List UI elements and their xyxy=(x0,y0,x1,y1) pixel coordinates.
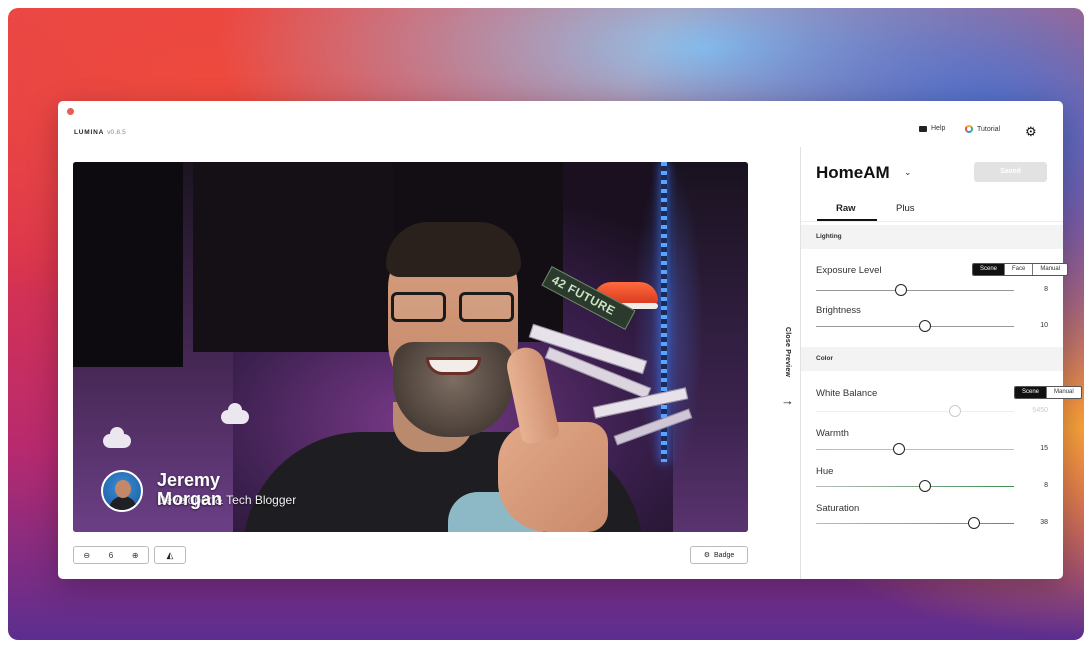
white-balance-slider-track[interactable] xyxy=(816,411,1014,412)
app-brand: LUMINA v0.8.5 xyxy=(74,129,126,136)
saturation-label: Saturation xyxy=(816,503,860,514)
chevron-down-icon[interactable]: ⌄ xyxy=(904,167,912,178)
close-preview-label: Close Preview xyxy=(784,327,791,378)
camera-preview: 42 FUTURE Developer & Tech Blogger Jerem xyxy=(73,162,748,532)
tutorial-button[interactable]: Tutorial xyxy=(965,125,1000,133)
white-balance-value: 5450 xyxy=(1032,407,1048,414)
app-version: v0.8.5 xyxy=(107,129,126,136)
exposure-slider-knob[interactable] xyxy=(895,284,908,296)
warmth-value: 15 xyxy=(1040,445,1048,452)
white-balance-label: White Balance xyxy=(816,388,878,399)
help-button[interactable]: Help xyxy=(919,125,945,132)
warmth-slider-knob[interactable] xyxy=(893,443,906,455)
tab-raw[interactable]: Raw xyxy=(836,203,856,214)
brightness-label: Brightness xyxy=(816,305,861,316)
saturation-slider-knob[interactable] xyxy=(968,517,981,529)
mail-icon xyxy=(919,125,927,132)
exposure-mode-scene[interactable]: Scene xyxy=(973,264,1005,275)
white-balance-mode-selector: Scene Manual xyxy=(1014,386,1082,399)
exposure-mode-face[interactable]: Face xyxy=(1004,264,1033,275)
tutorial-label: Tutorial xyxy=(977,125,1001,133)
desktop-wallpaper: LUMINA v0.8.5 Help Tutorial ⚙ 42 FUTURE … xyxy=(8,8,1084,640)
brand-name: LUMINA xyxy=(74,129,105,136)
acoustic-panel xyxy=(73,162,183,367)
white-balance-slider-knob[interactable] xyxy=(948,405,961,417)
glasses-left xyxy=(391,292,446,322)
saturation-slider-track[interactable] xyxy=(816,523,1014,524)
badge-last-name: Morgan xyxy=(157,489,222,509)
hue-slider-track[interactable] xyxy=(816,486,1014,487)
exposure-label: Exposure Level xyxy=(816,265,882,276)
brightness-value: 10 xyxy=(1040,322,1048,329)
white-balance-mode-manual[interactable]: Manual xyxy=(1046,387,1081,398)
zoom-control: ⊖ 6 ⊕ xyxy=(73,546,149,564)
zoom-out-icon[interactable]: ⊖ xyxy=(83,551,90,560)
badge-gear-icon: ⚙ xyxy=(703,552,711,559)
warmth-slider-track[interactable] xyxy=(816,449,1014,450)
brightness-slider-knob[interactable] xyxy=(918,320,931,332)
smile xyxy=(426,357,481,375)
app-window: LUMINA v0.8.5 Help Tutorial ⚙ 42 FUTURE … xyxy=(58,101,1082,579)
saturation-value: 38 xyxy=(1040,519,1048,526)
avatar xyxy=(101,470,143,512)
hair xyxy=(386,222,521,277)
warmth-label: Warmth xyxy=(816,428,849,439)
white-balance-mode-scene[interactable]: Scene xyxy=(1015,387,1047,398)
section-lighting: Lighting xyxy=(801,225,1063,249)
exposure-mode-manual[interactable]: Manual xyxy=(1032,264,1068,275)
section-color: Color xyxy=(801,347,1063,371)
tab-plus[interactable]: Plus xyxy=(896,203,914,214)
arrow-right-icon: → xyxy=(781,393,794,408)
exposure-value: 8 xyxy=(1044,286,1048,293)
badge-first-name: Jeremy xyxy=(157,470,221,490)
badge-text: Developer & Tech Blogger Jeremy Morgan xyxy=(157,470,367,520)
gear-icon[interactable]: ⚙ xyxy=(1025,125,1037,138)
settings-sidebar: HomeAM ⌄ Saved Raw Plus Lighting Exposur… xyxy=(801,147,1082,579)
scene-name[interactable]: HomeAM xyxy=(816,163,890,183)
hue-value: 8 xyxy=(1044,482,1048,489)
saved-button[interactable]: Saved xyxy=(974,162,1047,182)
tabs-divider xyxy=(801,221,1063,222)
zoom-value: 6 xyxy=(108,550,114,560)
mirror-button[interactable]: ◭ xyxy=(154,546,186,564)
hue-slider-knob[interactable] xyxy=(918,480,931,492)
exposure-mode-selector: Scene Face Manual xyxy=(972,263,1069,276)
zoom-in-icon[interactable]: ⊕ xyxy=(132,551,139,560)
mirror-icon: ◭ xyxy=(166,549,174,560)
help-label: Help xyxy=(931,125,946,132)
hue-label: Hue xyxy=(816,466,834,477)
badge-button-label: Badge xyxy=(714,551,735,559)
badge-button[interactable]: ⚙ Badge xyxy=(690,546,748,564)
tutorial-icon xyxy=(965,125,973,133)
exposure-slider-track[interactable] xyxy=(816,290,1014,291)
cloud-decoration xyxy=(103,427,131,448)
window-close-dot[interactable] xyxy=(67,108,74,115)
glasses-right xyxy=(459,292,514,322)
brightness-slider-track[interactable] xyxy=(816,326,1014,327)
lower-third-badge: Developer & Tech Blogger Jeremy Morgan xyxy=(101,470,367,520)
